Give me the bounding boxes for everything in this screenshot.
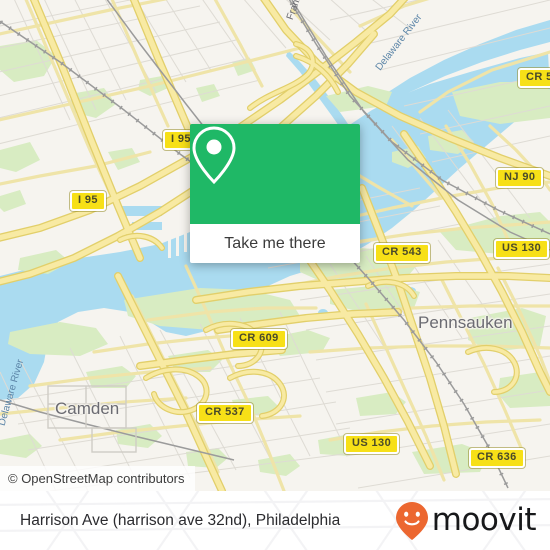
footer-bar: Harrison Ave (harrison ave 32nd), Philad… [0,491,550,550]
take-me-there-popup[interactable]: Take me there [190,124,360,263]
road-shield-cr636[interactable]: CR 636 [469,448,525,468]
popup-image-area [190,124,360,224]
location-title: Harrison Ave (harrison ave 32nd), Philad… [20,511,341,529]
road-shield-i95-west[interactable]: I 95 [70,191,106,211]
road-shield-cr537[interactable]: CR 537 [197,403,253,423]
moovit-pin-smiley-icon [395,501,428,540]
map-screenshot: Delaware River Delaware River Frankford … [0,0,550,550]
map-canvas[interactable]: Delaware River Delaware River Frankford … [0,0,550,491]
road-shield-cr54[interactable]: CR 54 [518,68,550,88]
osm-attribution[interactable]: © OpenStreetMap contributors [0,466,195,491]
take-me-there-label: Take me there [224,234,326,252]
road-shield-us130-east[interactable]: US 130 [494,239,550,259]
popup-action-area[interactable]: Take me there [190,224,360,263]
road-shield-cr543[interactable]: CR 543 [374,243,430,263]
location-pin-icon [192,126,236,185]
place-label-pennsauken: Pennsauken [418,313,513,332]
road-shield-nj90[interactable]: NJ 90 [496,168,544,188]
moovit-wordmark: moovit [431,502,537,538]
road-shield-cr609[interactable]: CR 609 [231,329,287,349]
osm-attribution-text: © OpenStreetMap contributors [8,471,185,486]
road-shield-us130-south[interactable]: US 130 [344,434,400,454]
place-label-camden: Camden [55,399,120,418]
moovit-brand[interactable]: moovit [395,501,537,541]
